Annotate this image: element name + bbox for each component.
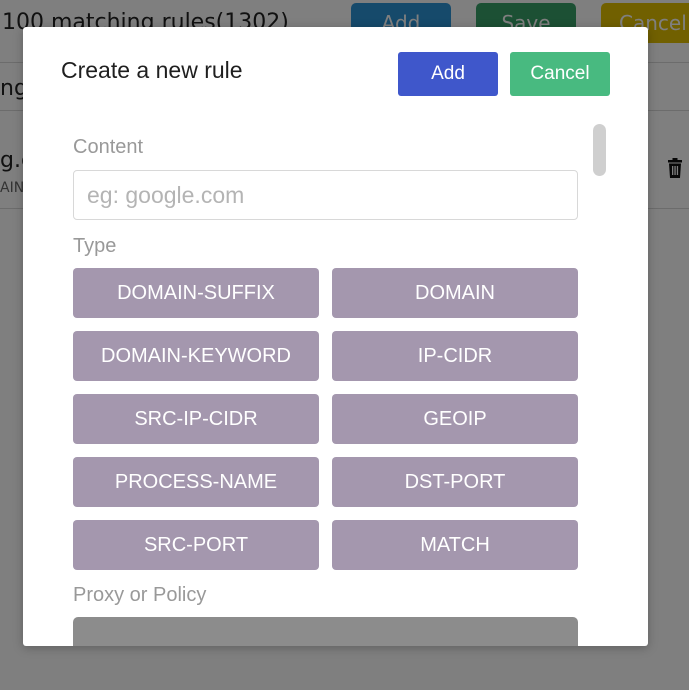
type-option-src-port[interactable]: SRC-PORT xyxy=(73,520,319,570)
create-rule-modal: Create a new rule Add Cancel Content Typ… xyxy=(23,27,648,646)
cancel-button[interactable]: Cancel xyxy=(510,52,610,96)
type-option-domain[interactable]: DOMAIN xyxy=(332,268,578,318)
type-option-ip-cidr[interactable]: IP-CIDR xyxy=(332,331,578,381)
type-option-domain-keyword[interactable]: DOMAIN-KEYWORD xyxy=(73,331,319,381)
type-option-match[interactable]: MATCH xyxy=(332,520,578,570)
type-options: DOMAIN-SUFFIX DOMAIN DOMAIN-KEYWORD IP-C… xyxy=(73,268,578,570)
type-option-dst-port[interactable]: DST-PORT xyxy=(332,457,578,507)
type-option-domain-suffix[interactable]: DOMAIN-SUFFIX xyxy=(73,268,319,318)
proxy-policy-label: Proxy or Policy xyxy=(73,584,207,606)
type-option-process-name[interactable]: PROCESS-NAME xyxy=(73,457,319,507)
type-option-geoip[interactable]: GEOIP xyxy=(332,394,578,444)
proxy-policy-option[interactable] xyxy=(73,617,578,646)
add-button[interactable]: Add xyxy=(398,52,498,96)
content-input[interactable] xyxy=(73,170,578,220)
content-label: Content xyxy=(73,136,144,158)
modal-title: Create a new rule xyxy=(61,57,243,83)
scrollbar-thumb[interactable] xyxy=(593,124,606,176)
type-label: Type xyxy=(73,235,117,257)
type-option-src-ip-cidr[interactable]: SRC-IP-CIDR xyxy=(73,394,319,444)
